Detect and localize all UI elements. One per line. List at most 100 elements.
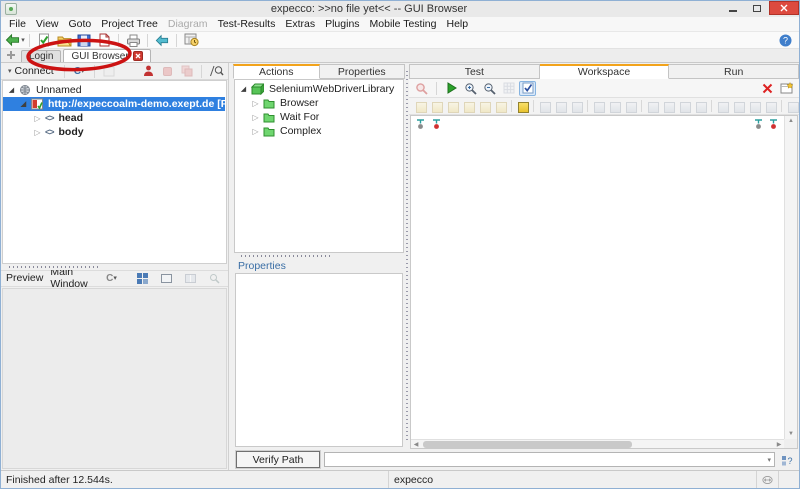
- find-by-path-button[interactable]: [208, 64, 225, 79]
- scroll-left-icon[interactable]: ◀: [411, 441, 421, 448]
- expander-icon[interactable]: [33, 128, 42, 137]
- tree-item-browser[interactable]: Browser: [235, 96, 403, 110]
- refresh-icon: C: [74, 66, 81, 77]
- record-user-icon: [143, 65, 154, 77]
- refresh-button[interactable]: C ▾: [71, 64, 88, 79]
- tab-actions[interactable]: Actions: [233, 64, 320, 79]
- workspace-panel: Test Workspace Run: [409, 63, 799, 449]
- expander-icon[interactable]: [251, 127, 260, 136]
- preview-window-label[interactable]: Main Window: [50, 266, 96, 290]
- menu-goto[interactable]: Goto: [64, 18, 97, 30]
- close-button[interactable]: [769, 1, 799, 15]
- diagram-tool-icon: [732, 100, 745, 113]
- run-button[interactable]: [443, 81, 460, 96]
- auto-verify-toggle[interactable]: [519, 81, 536, 96]
- tree-item-unnamed[interactable]: Unnamed: [3, 83, 226, 97]
- expander-icon[interactable]: [33, 114, 42, 123]
- menu-plugins[interactable]: Plugins: [320, 18, 364, 30]
- connect-button[interactable]: ▾ Connect: [4, 64, 58, 79]
- horizontal-splitter[interactable]: [1, 264, 228, 270]
- help-button[interactable]: ?: [775, 32, 795, 48]
- preview-toolbar: Preview Main Window C ▾: [1, 270, 228, 287]
- menu-project-tree[interactable]: Project Tree: [96, 18, 163, 30]
- expander-icon[interactable]: [251, 113, 260, 122]
- new-document-button[interactable]: [94, 32, 114, 48]
- diagram-tool-icon: [494, 100, 507, 113]
- print-button[interactable]: [123, 32, 143, 48]
- add-tab-icon[interactable]: [5, 49, 17, 61]
- tree-item-head[interactable]: <> head: [3, 111, 226, 125]
- find-by-path-icon: [209, 65, 224, 77]
- scrollbar-thumb[interactable]: [423, 441, 632, 448]
- minimize-button[interactable]: [721, 1, 745, 15]
- expander-icon[interactable]: [251, 99, 260, 108]
- maximize-button[interactable]: [745, 1, 769, 15]
- back-button[interactable]: ▾: [5, 32, 25, 48]
- record-user-button[interactable]: [140, 64, 157, 79]
- grid-icon: [137, 273, 148, 284]
- folder-icon: [263, 112, 275, 123]
- tab-close-button[interactable]: [133, 51, 143, 61]
- left-splitter[interactable]: [229, 63, 233, 470]
- tree-item-body[interactable]: <> body: [3, 125, 226, 139]
- middle-splitter[interactable]: [405, 63, 409, 449]
- clear-button[interactable]: [759, 81, 776, 96]
- undo-button[interactable]: [152, 32, 172, 48]
- accept-button[interactable]: [34, 32, 54, 48]
- window-settings-button[interactable]: [181, 32, 201, 48]
- expander-icon[interactable]: [7, 85, 16, 95]
- menu-file[interactable]: File: [4, 18, 31, 30]
- horizontal-scrollbar[interactable]: ◀ ▶: [411, 439, 784, 448]
- tab-properties[interactable]: Properties: [320, 64, 406, 79]
- output-pin-icon[interactable]: [432, 119, 441, 130]
- diagram-tool-icon: [608, 100, 621, 113]
- path-input[interactable]: ▾: [324, 452, 775, 467]
- zoom-in-button[interactable]: [462, 81, 479, 96]
- menu-extras[interactable]: Extras: [280, 18, 320, 30]
- tab-login[interactable]: Login: [21, 50, 61, 62]
- tree-item-complex[interactable]: Complex: [235, 124, 403, 138]
- print-icon: [126, 34, 141, 47]
- save-button[interactable]: [74, 32, 94, 48]
- input-pin-icon[interactable]: [416, 119, 425, 130]
- preview-select-frame-button[interactable]: [158, 271, 175, 286]
- path-dropdown-icon[interactable]: ▾: [767, 456, 771, 464]
- path-helper-button[interactable]: ?: [779, 452, 796, 467]
- scroll-up-icon[interactable]: ▲: [788, 116, 794, 126]
- scroll-right-icon[interactable]: ▶: [774, 441, 784, 448]
- tree-item-wait-for[interactable]: Wait For: [235, 110, 403, 124]
- tab-test[interactable]: Test: [409, 64, 540, 79]
- menu-view[interactable]: View: [31, 18, 64, 30]
- preview-grid-button[interactable]: [134, 271, 151, 286]
- tree-item-library[interactable]: SeleniumWebDriverLibrary: [235, 82, 403, 96]
- tree-item-label: body: [57, 126, 86, 138]
- web-root-icon: [19, 84, 31, 96]
- tab-run[interactable]: Run: [669, 64, 799, 79]
- library-icon: [251, 83, 264, 95]
- tree-item-url[interactable]: http://expeccoalm-demo.exept.de [Firefox…: [3, 97, 225, 111]
- expander-icon[interactable]: [19, 99, 28, 109]
- menu-help[interactable]: Help: [441, 18, 473, 30]
- menu-mobile-testing[interactable]: Mobile Testing: [365, 18, 442, 30]
- expander-icon[interactable]: [239, 84, 248, 94]
- workspace-canvas[interactable]: ▲ ▼ ◀ ▶: [410, 115, 798, 449]
- input-pin-icon[interactable]: [754, 119, 763, 130]
- diagram-tool-icon: [748, 100, 761, 113]
- show-grid-icon[interactable]: [516, 100, 529, 113]
- verify-path-button[interactable]: Verify Path: [236, 451, 320, 468]
- menu-test-results[interactable]: Test-Results: [213, 18, 281, 30]
- tab-gui-browser[interactable]: GUI Browser: [63, 49, 150, 62]
- scroll-down-icon[interactable]: ▼: [788, 429, 794, 439]
- horizontal-splitter[interactable]: [233, 253, 405, 259]
- html-tag-icon: <>: [45, 113, 54, 123]
- diagram-tool-icon: [716, 100, 729, 113]
- open-button[interactable]: [54, 32, 74, 48]
- vertical-scrollbar[interactable]: ▲ ▼: [784, 116, 797, 439]
- tab-workspace[interactable]: Workspace: [540, 64, 670, 79]
- titlebar: expecco: >>no file yet<< -- GUI Browser: [1, 1, 799, 17]
- connect-dropdown-icon: ▾: [8, 68, 12, 75]
- preview-refresh-button[interactable]: C ▾: [103, 271, 120, 286]
- zoom-out-button[interactable]: [481, 81, 498, 96]
- output-pin-icon[interactable]: [769, 119, 778, 130]
- edit-sheet-button[interactable]: [778, 81, 795, 96]
